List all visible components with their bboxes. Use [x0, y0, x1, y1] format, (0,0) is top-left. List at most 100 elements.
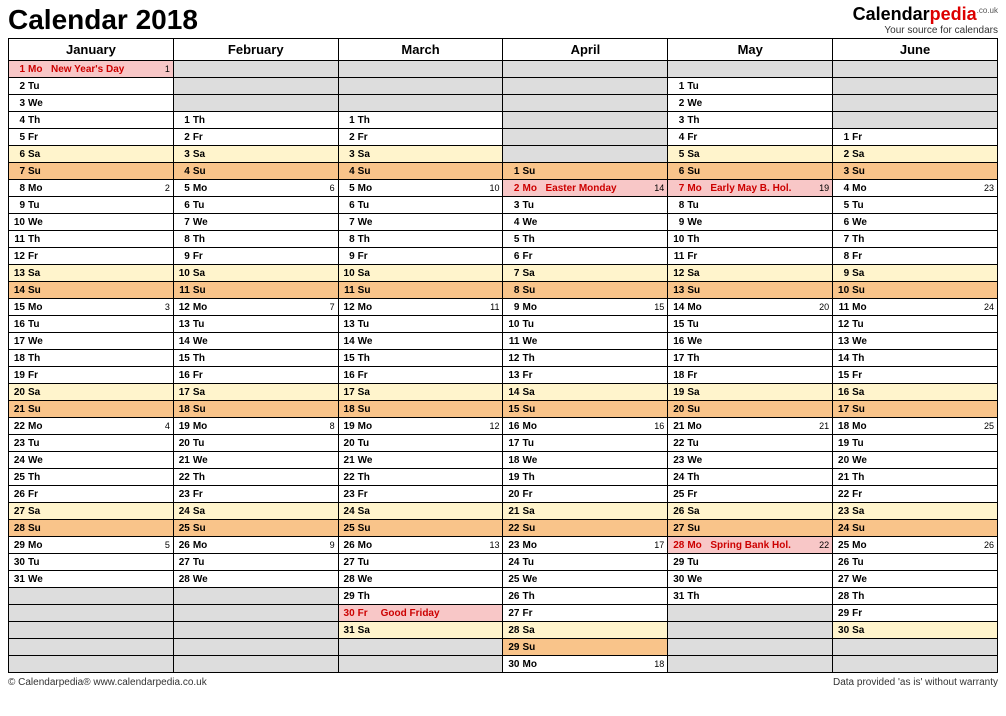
calendar-row: 16Tu13Tu13Tu10Tu15Tu12Tu: [9, 316, 998, 333]
day-cell: 16We: [668, 333, 833, 350]
day-of-week: Su: [851, 166, 873, 177]
month-header: January: [9, 39, 174, 61]
day-number: 2: [9, 81, 27, 92]
day-number: 17: [833, 404, 851, 415]
day-number: 10: [668, 234, 686, 245]
day-of-week: Mo: [686, 540, 708, 551]
day-cell: [338, 61, 503, 78]
day-of-week: We: [192, 574, 214, 585]
day-cell: 31Sa: [338, 622, 503, 639]
calendar-row: 5Fr2Fr2Fr4Fr1Fr: [9, 129, 998, 146]
day-number: 8: [503, 285, 521, 296]
day-of-week: Th: [521, 472, 543, 483]
month-header: April: [503, 39, 668, 61]
day-number: 3: [174, 149, 192, 160]
day-number: 28: [174, 574, 192, 585]
day-number: 29: [668, 557, 686, 568]
day-number: 25: [833, 540, 851, 551]
day-of-week: Sa: [521, 268, 543, 279]
day-number: 15: [174, 353, 192, 364]
day-of-week: Mo: [686, 421, 708, 432]
day-number: 18: [833, 421, 851, 432]
day-cell: 28We: [173, 571, 338, 588]
day-cell: 21Su: [9, 401, 174, 418]
calendar-row: 9Tu6Tu6Tu3Tu8Tu5Tu: [9, 197, 998, 214]
day-number: 1: [174, 115, 192, 126]
day-of-week: Fr: [27, 132, 49, 143]
month-header: May: [668, 39, 833, 61]
day-cell: 4Th: [9, 112, 174, 129]
day-of-week: Fr: [686, 370, 708, 381]
day-of-week: Fr: [192, 370, 214, 381]
day-cell: 24Su: [833, 520, 998, 537]
day-cell: 12Mo7: [173, 299, 338, 316]
day-number: 9: [503, 302, 521, 313]
day-of-week: Th: [851, 591, 873, 602]
day-number: 19: [339, 421, 357, 432]
day-of-week: Tu: [27, 557, 49, 568]
day-of-week: Th: [357, 115, 379, 126]
day-number: 5: [9, 132, 27, 143]
day-cell: 2Fr: [338, 129, 503, 146]
day-cell: [173, 656, 338, 673]
day-number: 14: [503, 387, 521, 398]
day-cell: 8Th: [173, 231, 338, 248]
day-cell: 2Fr: [173, 129, 338, 146]
day-cell: 1Fr: [833, 129, 998, 146]
day-number: 1: [503, 166, 521, 177]
day-cell: 15Tu: [668, 316, 833, 333]
day-number: 2: [339, 132, 357, 143]
day-cell: 30Sa: [833, 622, 998, 639]
day-of-week: Th: [686, 472, 708, 483]
day-cell: 29Fr: [833, 605, 998, 622]
day-number: 12: [339, 302, 357, 313]
day-cell: 16Fr: [338, 367, 503, 384]
day-number: 1: [339, 115, 357, 126]
day-number: 6: [833, 217, 851, 228]
day-cell: 16Tu: [9, 316, 174, 333]
day-cell: 3Sa: [173, 146, 338, 163]
day-cell: 3Su: [833, 163, 998, 180]
day-number: 30: [668, 574, 686, 585]
day-cell: 10Su: [833, 282, 998, 299]
month-header: March: [338, 39, 503, 61]
day-of-week: Sa: [851, 625, 873, 636]
day-number: 23: [339, 489, 357, 500]
day-number: 9: [339, 251, 357, 262]
day-cell: 10Tu: [503, 316, 668, 333]
day-cell: 18Su: [338, 401, 503, 418]
day-cell: 17Sa: [173, 384, 338, 401]
calendar-row: 23Tu20Tu20Tu17Tu22Tu19Tu: [9, 435, 998, 452]
day-number: 27: [833, 574, 851, 585]
day-cell: 20Fr: [503, 486, 668, 503]
day-cell: 14We: [338, 333, 503, 350]
day-cell: 21Th: [833, 469, 998, 486]
day-cell: 22Su: [503, 520, 668, 537]
day-cell: 8Th: [338, 231, 503, 248]
day-cell: 14Th: [833, 350, 998, 367]
calendar-row: 4Th1Th1Th3Th: [9, 112, 998, 129]
day-of-week: Su: [521, 166, 543, 177]
day-cell: 27Su: [668, 520, 833, 537]
day-number: 3: [668, 115, 686, 126]
day-number: 7: [9, 166, 27, 177]
day-of-week: Th: [686, 115, 708, 126]
day-cell: 28We: [338, 571, 503, 588]
day-number: 23: [503, 540, 521, 551]
day-cell: 19Sa: [668, 384, 833, 401]
calendar-row: 20Sa17Sa17Sa14Sa19Sa16Sa: [9, 384, 998, 401]
calendar-row: 15Mo312Mo712Mo119Mo1514Mo2011Mo24: [9, 299, 998, 316]
day-number: 6: [339, 200, 357, 211]
day-cell: 26Sa: [668, 503, 833, 520]
day-cell: 17Th: [668, 350, 833, 367]
day-number: 9: [9, 200, 27, 211]
day-of-week: Tu: [686, 438, 708, 449]
day-of-week: Th: [851, 353, 873, 364]
day-number: 25: [339, 523, 357, 534]
day-number: 20: [668, 404, 686, 415]
day-cell: [173, 95, 338, 112]
day-of-week: Fr: [851, 251, 873, 262]
day-number: 11: [174, 285, 192, 296]
day-of-week: We: [357, 217, 379, 228]
day-of-week: Mo: [521, 421, 543, 432]
